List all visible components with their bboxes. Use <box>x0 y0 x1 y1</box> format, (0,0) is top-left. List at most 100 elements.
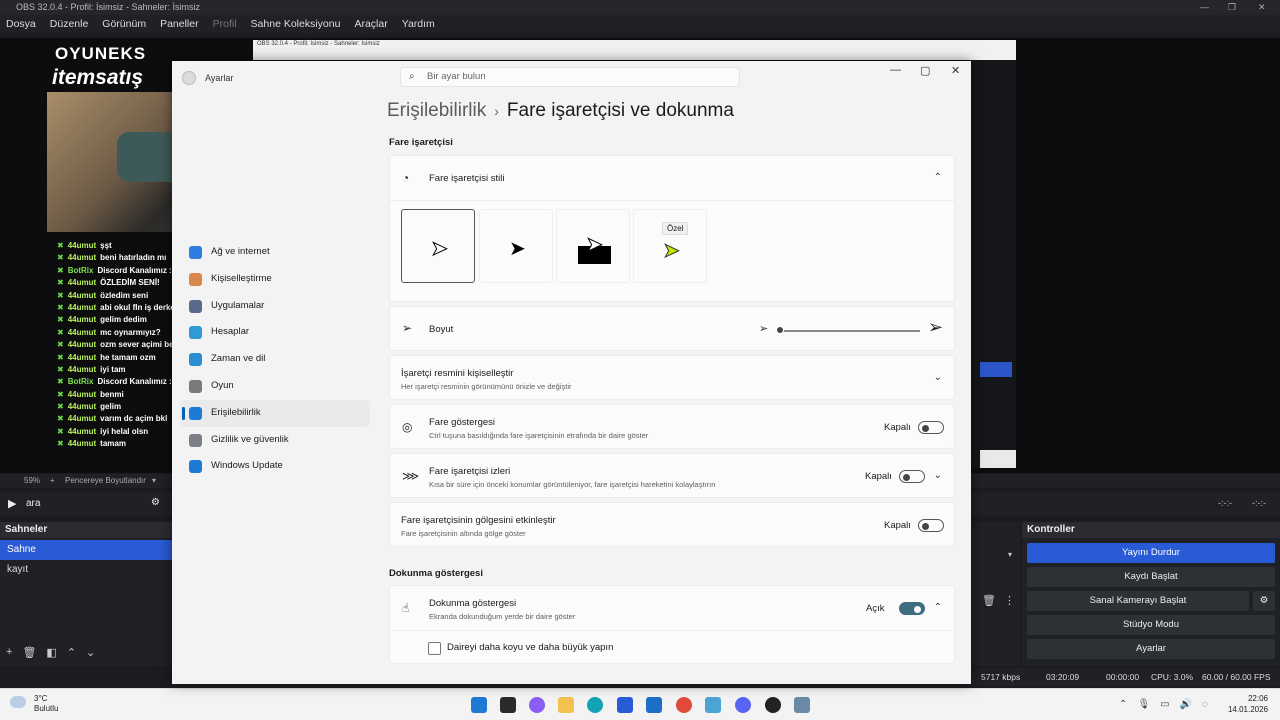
chat-text: abi okul fln iş derken <box>100 302 180 312</box>
chat-username: 44umut <box>67 327 97 337</box>
stop-stream-button[interactable]: Yayını Durdur <box>1027 543 1275 563</box>
zoom-level[interactable]: 59% <box>24 474 40 488</box>
start-virtual-camera-button[interactable]: Sanal Kamerayı Başlat <box>1027 591 1249 611</box>
palette-icon: ◔ <box>402 171 410 185</box>
size-slider-thumb[interactable] <box>776 326 784 334</box>
settings-nav: Ağ ve internet Kişiselleştirme Uygulamalar… <box>180 239 370 480</box>
maximize-icon[interactable]: ▢ <box>920 64 930 77</box>
pointer-style-card[interactable]: ◔ Fare işaretçisi stili ⌃ <box>389 155 955 201</box>
chat-username: 44umut <box>67 340 97 350</box>
chevron-up-icon[interactable]: ⌃ <box>934 602 942 613</box>
search-input[interactable]: ⌕ Bir ayar bulun <box>400 67 740 87</box>
trash-icon[interactable]: 🗑 <box>22 646 36 659</box>
style-inverted[interactable]: ➤ <box>556 209 630 283</box>
close-icon[interactable]: ✕ <box>951 64 960 77</box>
trash-icon[interactable]: 🗑 <box>982 594 996 607</box>
chevron-down-icon[interactable]: ⌄ <box>934 372 942 383</box>
nav-item-gamepad[interactable]: Oyun <box>180 373 370 400</box>
menu-duzenle[interactable]: Düzenle <box>50 15 89 33</box>
settings-app-icon[interactable] <box>794 697 810 713</box>
volume-icon[interactable]: 🔊 <box>1180 699 1192 710</box>
indicator-toggle[interactable] <box>918 421 944 434</box>
touch-indicator-card[interactable]: ☝ Dokunma göstergesi Ekranda dokunduğum … <box>389 585 955 631</box>
nav-item-person[interactable]: Hesaplar <box>180 319 370 346</box>
chat-text: ozm sever açimi ben <box>100 340 179 350</box>
more-icon[interactable]: ⋮ <box>1004 594 1015 607</box>
nav-item-apps[interactable]: Uygulamalar <box>180 293 370 320</box>
nav-item-shield[interactable]: Gizlilik ve güvenlik <box>180 427 370 454</box>
touch-toggle[interactable] <box>899 602 925 615</box>
scene-item[interactable]: Sahne <box>0 540 172 560</box>
zoom-plus-icon[interactable]: + <box>50 474 55 488</box>
style-white[interactable]: ➤ <box>401 209 475 283</box>
scene-item[interactable]: kayıt <box>0 560 172 580</box>
resize-dropdown[interactable]: Pencereye Boyutlandır <box>65 474 146 488</box>
nav-item-accessibility[interactable]: Erişilebilirlik <box>180 399 370 427</box>
up-arrow-icon[interactable]: ⌃ <box>67 646 76 659</box>
menu-araclar[interactable]: Araçlar <box>354 15 387 33</box>
discord-icon[interactable] <box>735 697 751 713</box>
copilot-icon[interactable] <box>529 697 545 713</box>
start-icon[interactable] <box>471 697 487 713</box>
nav-item-brush[interactable]: Kişiselleştirme <box>180 266 370 293</box>
add-icon[interactable]: + <box>6 646 12 659</box>
network-icon[interactable]: ◌ <box>1202 699 1208 710</box>
nav-item-globe-clock[interactable]: Zaman ve dil <box>180 346 370 373</box>
pointer-trails-card[interactable]: ⋙ Fare işaretçisi izleri Kısa bir süre i… <box>389 453 955 498</box>
chat-user-badge-icon: ✖ <box>57 265 64 275</box>
chat-user-badge-icon: ✖ <box>57 439 64 449</box>
mic-icon[interactable]: 🎙 <box>1137 699 1150 710</box>
chat-user-badge-icon: ✖ <box>57 253 64 263</box>
nav-item-wifi[interactable]: Ağ ve internet <box>180 239 370 266</box>
menu-dosya[interactable]: Dosya <box>6 15 36 33</box>
minimize-icon[interactable]: — <box>890 64 901 76</box>
nested-blue-block <box>980 362 1012 377</box>
menu-paneller[interactable]: Paneller <box>160 15 199 33</box>
shadow-toggle[interactable] <box>918 519 944 532</box>
minimize-icon[interactable]: — <box>1200 0 1209 15</box>
outlook-icon[interactable] <box>646 697 662 713</box>
breadcrumb-parent[interactable]: Erişilebilirlik <box>387 100 486 121</box>
start-recording-button[interactable]: Kaydı Başlat <box>1027 567 1275 587</box>
chevron-down-icon[interactable]: ▾ <box>1008 550 1012 559</box>
chat-username: 44umut <box>67 278 97 288</box>
display-icon[interactable]: ▭ <box>1160 699 1169 710</box>
chevron-up-icon[interactable]: ⌃ <box>1119 699 1127 710</box>
menu-yardim[interactable]: Yardım <box>402 15 435 33</box>
style-custom[interactable]: Özel ➤ <box>633 209 707 283</box>
size-slider-track[interactable] <box>780 330 920 332</box>
chevron-down-icon[interactable]: ▾ <box>152 474 156 488</box>
close-icon[interactable]: ✕ <box>1258 0 1266 15</box>
maximize-icon[interactable]: ❐ <box>1228 0 1236 15</box>
clock[interactable]: 22:06 14.01.2026 <box>1228 693 1268 715</box>
chevron-down-icon[interactable]: ⌄ <box>934 470 942 481</box>
chevron-up-icon[interactable]: ⌃ <box>934 172 942 183</box>
gear-icon[interactable]: ⚙ <box>151 497 160 508</box>
studio-mode-button[interactable]: Stüdyo Modu <box>1027 615 1275 635</box>
trails-toggle[interactable] <box>899 470 925 483</box>
menu-sahne-koleksiyonu[interactable]: Sahne Koleksiyonu <box>251 15 341 33</box>
menu-gorunum[interactable]: Görünüm <box>102 15 146 33</box>
file-explorer-icon[interactable] <box>558 697 574 713</box>
taskview-icon[interactable] <box>500 697 516 713</box>
edge-icon[interactable] <box>587 697 603 713</box>
obs-icon[interactable] <box>765 697 781 713</box>
down-arrow-icon[interactable]: ⌄ <box>86 646 95 659</box>
clock-date: 14.01.2026 <box>1227 705 1268 714</box>
nav-item-update[interactable]: Windows Update <box>180 453 370 480</box>
play-icon[interactable]: ▶ <box>8 497 16 510</box>
nav-item-label: Windows Update <box>211 460 283 472</box>
menu-profil[interactable]: Profil <box>213 15 237 33</box>
chrome-icon[interactable] <box>676 697 692 713</box>
style-black[interactable]: ➤ <box>479 209 553 283</box>
filter-icon[interactable]: ◧ <box>46 646 56 659</box>
customize-pointer-card[interactable]: İşaretçi resmini kişiselleştir Her işare… <box>389 355 955 400</box>
time-left: -:-:- <box>1218 498 1232 508</box>
touch-icon: ☝ <box>402 601 410 615</box>
settings-button[interactable]: Ayarlar <box>1027 639 1275 659</box>
settings-gear-icon[interactable] <box>705 697 721 713</box>
store-icon[interactable] <box>617 697 633 713</box>
chat-username: 44umut <box>67 315 97 325</box>
gear-icon[interactable]: ⚙ <box>1253 591 1275 611</box>
darker-circle-checkbox[interactable] <box>428 642 441 655</box>
